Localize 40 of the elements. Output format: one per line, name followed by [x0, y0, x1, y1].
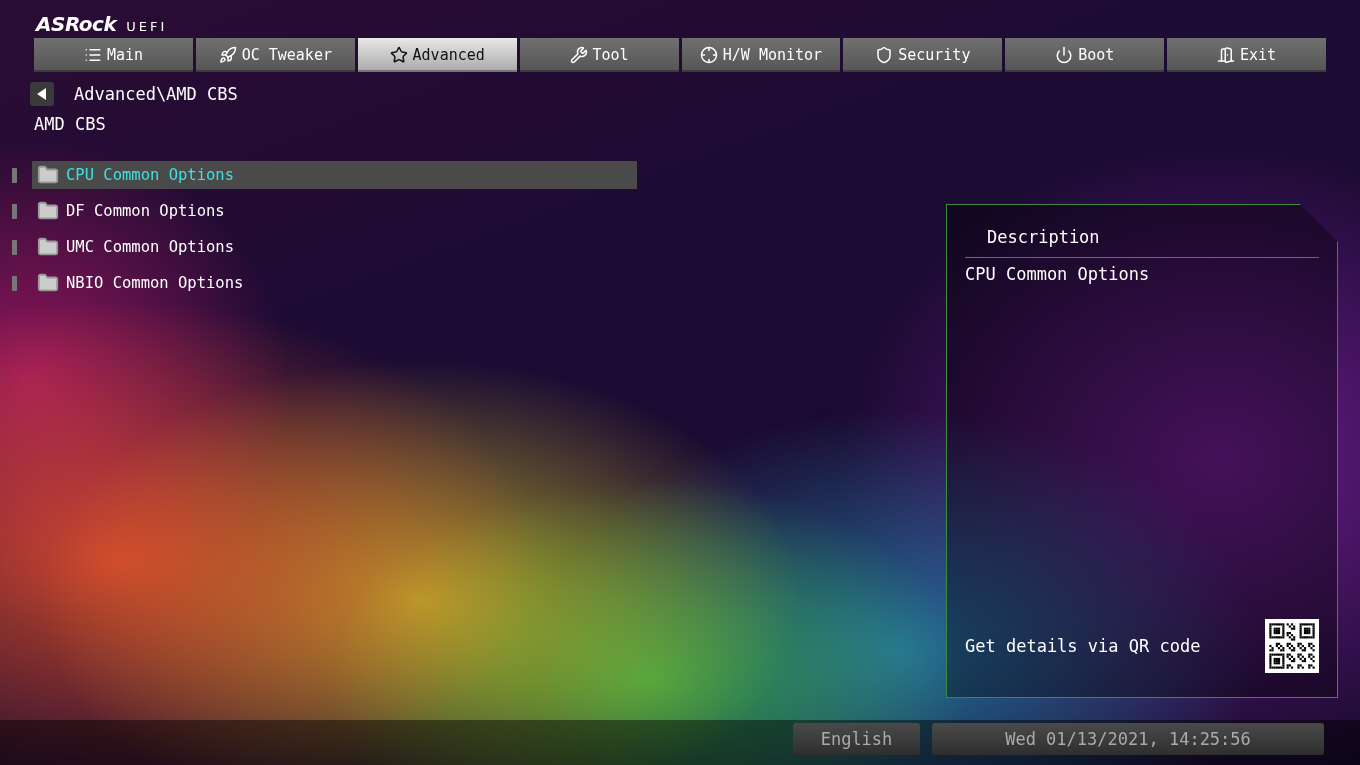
folder-icon [36, 272, 60, 294]
language-button[interactable]: English [793, 723, 920, 755]
nav-tab[interactable]: H/W Monitor [681, 38, 841, 72]
menu-item[interactable]: DF Common Options [32, 197, 637, 225]
logo: ASRock [36, 12, 117, 36]
qr-code-icon [1265, 619, 1319, 673]
row-marker-icon [12, 203, 17, 219]
rocket-icon [218, 46, 237, 64]
wrench-icon [569, 46, 588, 64]
page-title: AMD CBS [33, 113, 107, 134]
logo-subtitle: UEFI [126, 19, 168, 34]
row-marker-icon [12, 167, 17, 183]
shield-icon [875, 46, 894, 64]
menu-item[interactable]: NBIO Common Options [32, 269, 637, 297]
folder-icon [36, 200, 60, 222]
row-marker-icon [12, 275, 17, 291]
back-arrow-icon [37, 88, 47, 100]
nav-tab[interactable]: OC Tweaker [195, 38, 355, 72]
nav-tab[interactable]: Main [34, 38, 193, 72]
nav-tab[interactable]: Boot [1005, 38, 1165, 72]
door-icon [1217, 46, 1235, 64]
date-time: Wed 01/13/2021, 14:25:56 [932, 723, 1324, 755]
nav-tab[interactable]: Tool [519, 38, 679, 72]
nav-tab[interactable]: Security [843, 38, 1003, 72]
back-button[interactable] [30, 82, 54, 106]
folder-icon [36, 236, 60, 258]
star-icon [389, 46, 408, 64]
description-text: CPU Common Options [965, 263, 1151, 286]
row-marker-icon [12, 239, 17, 255]
folder-icon [36, 164, 60, 186]
list-icon [83, 46, 102, 64]
qr-hint: Get details via QR code [965, 636, 1201, 656]
breadcrumb: Advanced\AMD CBS [74, 84, 238, 104]
menu-item[interactable]: CPU Common Options [32, 161, 637, 189]
menu-item[interactable]: UMC Common Options [32, 233, 637, 261]
power-icon [1055, 46, 1074, 64]
nav-tab[interactable]: Advanced [357, 38, 517, 72]
nav-tab[interactable]: Exit [1167, 38, 1326, 72]
crosshair-icon [699, 46, 718, 64]
description-title: Description [965, 225, 1319, 258]
